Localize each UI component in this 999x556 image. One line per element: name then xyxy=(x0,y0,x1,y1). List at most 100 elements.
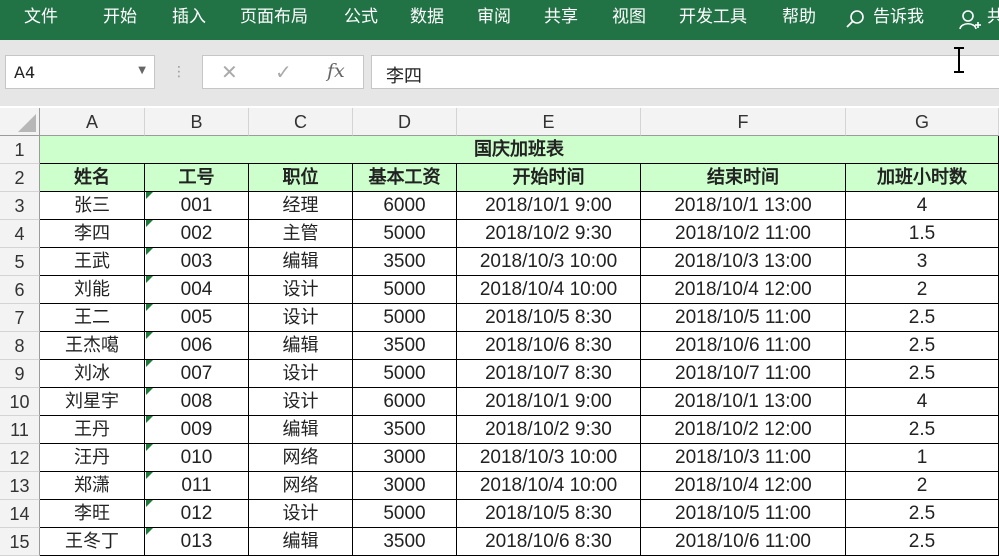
data-cell-g5[interactable]: 3 xyxy=(846,248,999,276)
data-cell-a15[interactable]: 王冬丁 xyxy=(40,528,145,556)
data-cell-c7[interactable]: 设计 xyxy=(249,304,353,332)
cancel-icon[interactable]: ✕ xyxy=(221,60,238,84)
data-cell-c4[interactable]: 主管 xyxy=(249,220,353,248)
tab-data[interactable]: 数据 xyxy=(410,6,444,28)
number-as-text-indicator[interactable] xyxy=(146,332,153,339)
row-header-13[interactable]: 13 xyxy=(0,472,40,500)
data-cell-c12[interactable]: 网络 xyxy=(249,444,353,472)
data-cell-b3[interactable]: 001 xyxy=(145,192,249,220)
number-as-text-indicator[interactable] xyxy=(146,304,153,311)
name-box[interactable]: A4 ▼ xyxy=(5,55,155,89)
header-cell-f[interactable]: 结束时间 xyxy=(641,164,846,192)
column-header-f[interactable]: F xyxy=(641,108,846,136)
data-cell-d15[interactable]: 3500 xyxy=(353,528,457,556)
data-cell-g11[interactable]: 2.5 xyxy=(846,416,999,444)
data-cell-e12[interactable]: 2018/10/3 10:00 xyxy=(457,444,641,472)
data-cell-f9[interactable]: 2018/10/7 11:00 xyxy=(641,360,846,388)
data-cell-f13[interactable]: 2018/10/4 12:00 xyxy=(641,472,846,500)
data-cell-g9[interactable]: 2.5 xyxy=(846,360,999,388)
data-cell-b10[interactable]: 008 xyxy=(145,388,249,416)
data-cell-c5[interactable]: 编辑 xyxy=(249,248,353,276)
number-as-text-indicator[interactable] xyxy=(146,472,153,479)
data-cell-b5[interactable]: 003 xyxy=(145,248,249,276)
data-cell-f11[interactable]: 2018/10/2 12:00 xyxy=(641,416,846,444)
share-person-icon[interactable] xyxy=(958,8,982,32)
data-cell-a4[interactable]: 李四 xyxy=(40,220,145,248)
number-as-text-indicator[interactable] xyxy=(146,416,153,423)
row-header-2[interactable]: 2 xyxy=(0,164,40,192)
data-cell-c15[interactable]: 编辑 xyxy=(249,528,353,556)
number-as-text-indicator[interactable] xyxy=(146,500,153,507)
number-as-text-indicator[interactable] xyxy=(146,248,153,255)
tab-help[interactable]: 帮助 xyxy=(782,6,816,28)
tell-me-box[interactable]: 告诉我 xyxy=(873,6,924,28)
data-cell-f7[interactable]: 2018/10/5 11:00 xyxy=(641,304,846,332)
data-cell-a9[interactable]: 刘冰 xyxy=(40,360,145,388)
column-header-g[interactable]: G xyxy=(846,108,999,136)
data-cell-g12[interactable]: 1 xyxy=(846,444,999,472)
row-header-4[interactable]: 4 xyxy=(0,220,40,248)
share-label[interactable]: 共 xyxy=(987,6,999,28)
number-as-text-indicator[interactable] xyxy=(146,444,153,451)
data-cell-b14[interactable]: 012 xyxy=(145,500,249,528)
data-cell-g15[interactable]: 2.5 xyxy=(846,528,999,556)
tab-developer[interactable]: 开发工具 xyxy=(679,6,747,28)
data-cell-g6[interactable]: 2 xyxy=(846,276,999,304)
data-cell-b8[interactable]: 006 xyxy=(145,332,249,360)
row-header-9[interactable]: 9 xyxy=(0,360,40,388)
data-cell-e13[interactable]: 2018/10/4 10:00 xyxy=(457,472,641,500)
search-icon[interactable] xyxy=(845,9,865,29)
data-cell-a12[interactable]: 汪丹 xyxy=(40,444,145,472)
data-cell-a6[interactable]: 刘能 xyxy=(40,276,145,304)
data-cell-e5[interactable]: 2018/10/3 10:00 xyxy=(457,248,641,276)
row-header-8[interactable]: 8 xyxy=(0,332,40,360)
data-cell-b4[interactable]: 002 xyxy=(145,220,249,248)
column-header-e[interactable]: E xyxy=(457,108,641,136)
data-cell-f10[interactable]: 2018/10/1 13:00 xyxy=(641,388,846,416)
data-cell-a7[interactable]: 王二 xyxy=(40,304,145,332)
data-cell-e4[interactable]: 2018/10/2 9:30 xyxy=(457,220,641,248)
data-cell-g14[interactable]: 2.5 xyxy=(846,500,999,528)
data-cell-c6[interactable]: 设计 xyxy=(249,276,353,304)
data-cell-d14[interactable]: 5000 xyxy=(353,500,457,528)
data-cell-d8[interactable]: 3500 xyxy=(353,332,457,360)
tab-view[interactable]: 视图 xyxy=(612,6,646,28)
tab-home[interactable]: 开始 xyxy=(103,6,137,28)
data-cell-g3[interactable]: 4 xyxy=(846,192,999,220)
sheet-title-cell[interactable]: 国庆加班表 xyxy=(40,136,999,164)
data-cell-e3[interactable]: 2018/10/1 9:00 xyxy=(457,192,641,220)
header-cell-g[interactable]: 加班小时数 xyxy=(846,164,999,192)
number-as-text-indicator[interactable] xyxy=(146,192,153,199)
column-header-b[interactable]: B xyxy=(145,108,249,136)
data-cell-d13[interactable]: 3000 xyxy=(353,472,457,500)
row-header-15[interactable]: 15 xyxy=(0,528,40,556)
data-cell-b9[interactable]: 007 xyxy=(145,360,249,388)
row-header-5[interactable]: 5 xyxy=(0,248,40,276)
row-header-3[interactable]: 3 xyxy=(0,192,40,220)
row-header-14[interactable]: 14 xyxy=(0,500,40,528)
number-as-text-indicator[interactable] xyxy=(146,220,153,227)
data-cell-f3[interactable]: 2018/10/1 13:00 xyxy=(641,192,846,220)
data-cell-d4[interactable]: 5000 xyxy=(353,220,457,248)
row-header-10[interactable]: 10 xyxy=(0,388,40,416)
row-header-12[interactable]: 12 xyxy=(0,444,40,472)
tab-insert[interactable]: 插入 xyxy=(172,6,206,28)
data-cell-a14[interactable]: 李旺 xyxy=(40,500,145,528)
data-cell-a3[interactable]: 张三 xyxy=(40,192,145,220)
tab-page-layout[interactable]: 页面布局 xyxy=(240,6,308,28)
data-cell-d7[interactable]: 5000 xyxy=(353,304,457,332)
data-cell-e6[interactable]: 2018/10/4 10:00 xyxy=(457,276,641,304)
row-header-1[interactable]: 1 xyxy=(0,136,40,164)
number-as-text-indicator[interactable] xyxy=(146,360,153,367)
data-cell-b15[interactable]: 013 xyxy=(145,528,249,556)
data-cell-d12[interactable]: 3000 xyxy=(353,444,457,472)
tab-review[interactable]: 审阅 xyxy=(477,6,511,28)
data-cell-d5[interactable]: 3500 xyxy=(353,248,457,276)
column-header-c[interactable]: C xyxy=(249,108,353,136)
data-cell-b12[interactable]: 010 xyxy=(145,444,249,472)
data-cell-f8[interactable]: 2018/10/6 11:00 xyxy=(641,332,846,360)
column-header-d[interactable]: D xyxy=(353,108,457,136)
number-as-text-indicator[interactable] xyxy=(146,388,153,395)
tab-file[interactable]: 文件 xyxy=(24,6,58,28)
data-cell-b6[interactable]: 004 xyxy=(145,276,249,304)
